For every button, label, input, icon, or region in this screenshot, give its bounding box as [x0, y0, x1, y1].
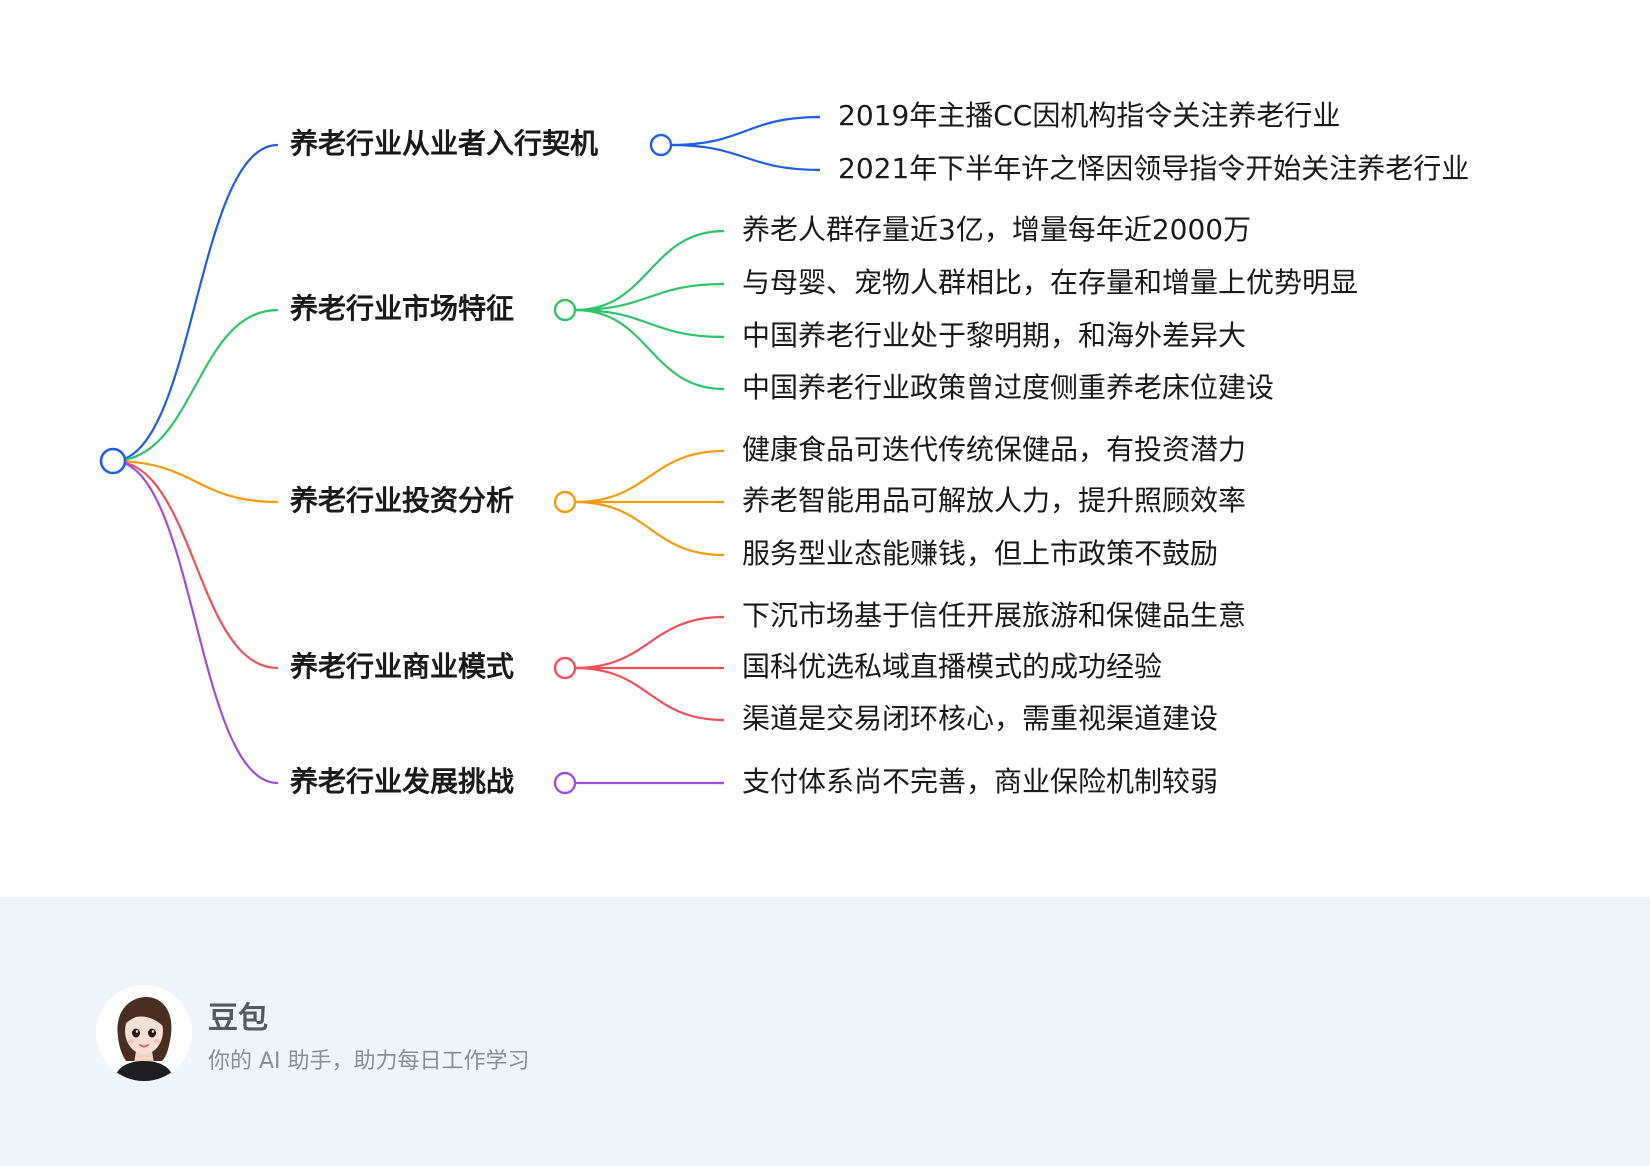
branch-to-leaf-edge [670, 115, 821, 147]
branch-label: 养老行业投资分析 [290, 484, 514, 517]
branch-collapse-toggle[interactable] [553, 771, 577, 795]
leaf-label: 服务型业态能赚钱，但上市政策不鼓励 [742, 537, 1218, 570]
leaf-label: 与母婴、宠物人群相比，在存量和增量上优势明显 [742, 266, 1358, 299]
leaf-label: 2021年下半年许之怿因领导指令开始关注养老行业 [838, 152, 1469, 185]
root-to-branch-edge [112, 459, 279, 670]
leaf-label: 中国养老行业政策曾过度侧重养老床位建设 [742, 371, 1274, 404]
branch-label: 养老行业从业者入行契机 [290, 127, 598, 160]
mindmap-edges [112, 115, 821, 785]
avatar [96, 985, 192, 1081]
branch-label: 养老行业发展挑战 [290, 765, 514, 798]
root-to-branch-edge [112, 459, 279, 785]
leaf-label: 养老人群存量近3亿，增量每年近2000万 [742, 213, 1251, 246]
leaf-label: 中国养老行业处于黎明期，和海外差异大 [742, 319, 1246, 352]
root-to-branch-edge [112, 308, 279, 463]
mindmap: 2019年主播CC因机构指令关注养老行业 2021年下半年许之怿因领导指令开始关注… [99, 99, 1469, 798]
branch-collapse-toggle[interactable] [553, 490, 577, 514]
leaf-label: 国科优选私域直播模式的成功经验 [742, 650, 1162, 683]
root-node[interactable] [99, 447, 127, 475]
leaf-label: 健康食品可迭代传统保健品，有投资潜力 [742, 433, 1246, 466]
branch-label: 养老行业商业模式 [290, 650, 514, 683]
leaf-label: 2019年主播CC因机构指令关注养老行业 [838, 99, 1340, 132]
branch-label: 养老行业市场特征 [290, 292, 514, 325]
root-to-branch-edge [112, 143, 279, 463]
branch-to-leaf-edge [574, 500, 725, 557]
branch-collapse-toggle[interactable] [553, 298, 577, 322]
leaf-label: 渠道是交易闭环核心，需重视渠道建设 [742, 702, 1218, 735]
branch-to-leaf-edge [574, 615, 725, 670]
branch-to-leaf-edge [670, 143, 821, 172]
leaf-label: 支付体系尚不完善，商业保险机制较弱 [742, 765, 1218, 798]
branch-collapse-toggle[interactable] [553, 656, 577, 680]
leaf-label: 下沉市场基于信任开展旅游和保健品生意 [742, 599, 1246, 632]
leaf-label: 养老智能用品可解放人力，提升照顾效率 [742, 484, 1246, 517]
brand-tagline: 你的 AI 助手，助力每日工作学习 [208, 1049, 530, 1074]
branch-collapse-toggle[interactable] [649, 133, 673, 157]
branch-to-leaf-edge [574, 666, 725, 722]
mindmap-nodes: 2019年主播CC因机构指令关注养老行业 2021年下半年许之怿因领导指令开始关注… [99, 99, 1469, 798]
brand-name: 豆包 [208, 1001, 268, 1036]
branch-to-leaf-edge [574, 308, 725, 391]
branch-to-leaf-edge [574, 449, 725, 504]
footer: 豆包 你的 AI 助手，助力每日工作学习 [0, 897, 1650, 1166]
branch-to-leaf-edge [574, 308, 725, 339]
